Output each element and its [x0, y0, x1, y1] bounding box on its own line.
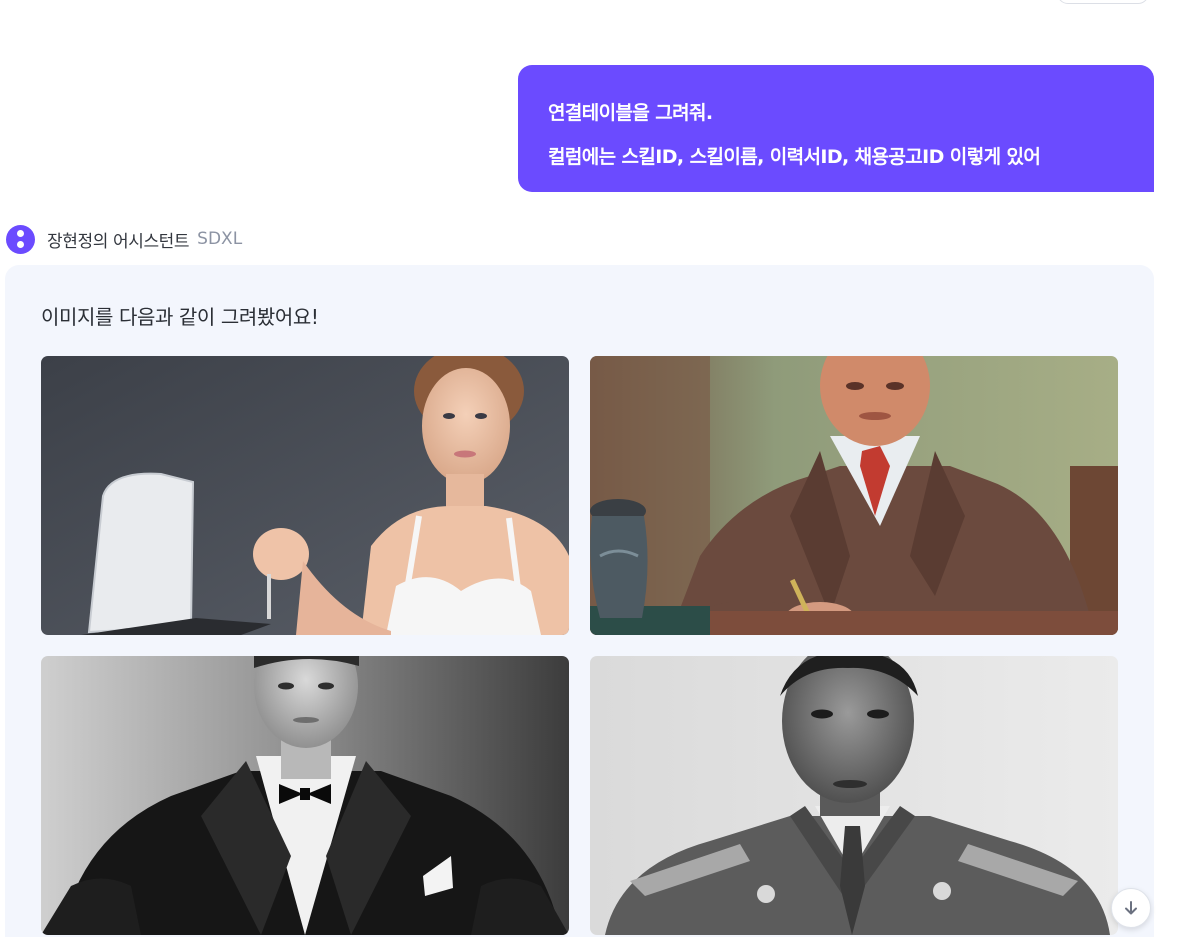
older-man-oil-painting	[590, 356, 1118, 635]
generated-image-4[interactable]	[590, 656, 1118, 935]
generated-image-1[interactable]	[41, 356, 569, 635]
assistant-dots-icon	[6, 224, 35, 254]
assistant-name: 장현정의 어시스턴트	[47, 231, 190, 252]
man-in-tuxedo-bw-photo	[41, 656, 569, 935]
generated-image-3[interactable]	[41, 656, 569, 935]
scroll-down-button[interactable]	[1111, 888, 1151, 928]
woman-with-laptop-photo	[41, 356, 569, 635]
assistant-message-card: 이미지를 다음과 같이 그려봤어요!	[5, 265, 1154, 937]
assistant-model-label: SDXL	[197, 229, 243, 249]
user-message-bubble: 연결테이블을 그려줘. 컬럼에는 스킬ID, 스킬이름, 이력서ID, 채용공고…	[518, 65, 1154, 192]
user-message-line-1: 연결테이블을 그려줘.	[548, 102, 713, 124]
generated-image-2[interactable]	[590, 356, 1118, 635]
assistant-header: 장현정의 어시스턴트 SDXL	[6, 224, 242, 254]
user-message-line-2: 컬럼에는 스킬ID, 스킬이름, 이력서ID, 채용공고ID 이렇게 있어	[548, 146, 1041, 168]
arrow-down-icon	[1125, 901, 1137, 915]
chat-page: 연결테이블을 그려줘. 컬럼에는 스킬ID, 스킬이름, 이력서ID, 채용공고…	[0, 0, 1177, 937]
top-pill-button[interactable]	[1057, 0, 1149, 4]
man-in-uniform-bw-photo	[590, 656, 1118, 935]
assistant-message-text: 이미지를 다음과 같이 그려봤어요!	[41, 305, 319, 329]
